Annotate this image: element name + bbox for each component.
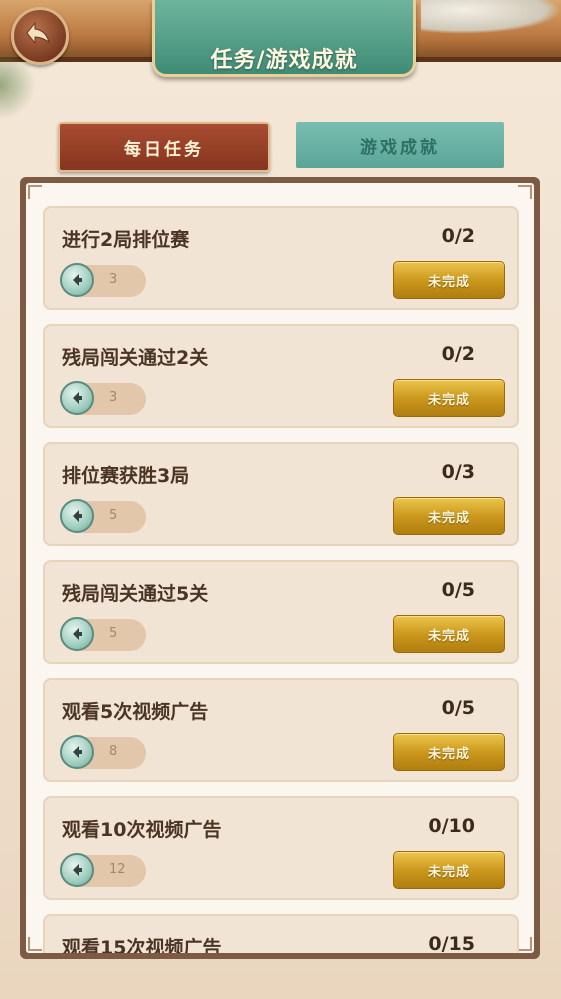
- status-button[interactable]: 未完成: [393, 379, 505, 417]
- status-button[interactable]: 未完成: [393, 851, 505, 889]
- task-progress: 0/2: [441, 343, 475, 365]
- task-progress: 0/5: [441, 697, 475, 719]
- reward-pill: 12: [60, 853, 146, 887]
- task-row: 观看5次视频广告 0/5 8 未完成: [43, 678, 519, 782]
- status-button[interactable]: 未完成: [393, 497, 505, 535]
- task-progress: 0/15: [428, 933, 475, 953]
- panel-corner-ornament: [518, 937, 532, 951]
- task-row: 观看10次视频广告 0/10 12 未完成: [43, 796, 519, 900]
- task-row: 残局闯关通过2关 0/2 3 未完成: [43, 324, 519, 428]
- status-button[interactable]: 未完成: [393, 615, 505, 653]
- task-list: 进行2局排位赛 0/2 3 未完成 残局闯关通过2关 0/2 3 未完成 排位赛…: [43, 206, 519, 953]
- reward-amount: 3: [109, 272, 118, 287]
- coin-icon: [60, 853, 94, 887]
- status-button[interactable]: 未完成: [393, 733, 505, 771]
- task-name: 观看5次视频广告: [62, 701, 209, 723]
- task-name: 观看10次视频广告: [62, 819, 222, 841]
- panel-corner-ornament: [28, 937, 42, 951]
- title-banner: 任务/游戏成就: [152, 0, 416, 77]
- coin-icon: [60, 617, 94, 651]
- task-progress: 0/2: [441, 225, 475, 247]
- reward-amount: 5: [109, 626, 118, 641]
- teacup-decoration: [421, 0, 561, 34]
- coin-icon: [60, 499, 94, 533]
- task-row-partial: 观看15次视频广告 0/15: [43, 914, 519, 953]
- task-name: 残局闯关通过2关: [62, 347, 209, 369]
- reward-pill: 3: [60, 263, 146, 297]
- task-name: 进行2局排位赛: [62, 229, 190, 251]
- reward-amount: 3: [109, 390, 118, 405]
- task-row: 排位赛获胜3局 0/3 5 未完成: [43, 442, 519, 546]
- task-row: 进行2局排位赛 0/2 3 未完成: [43, 206, 519, 310]
- coin-icon: [60, 263, 94, 297]
- page-title: 任务/游戏成就: [210, 48, 358, 73]
- coin-icon: [60, 735, 94, 769]
- task-name: 残局闯关通过5关: [62, 583, 209, 605]
- task-panel: 进行2局排位赛 0/2 3 未完成 残局闯关通过2关 0/2 3 未完成 排位赛…: [20, 177, 540, 959]
- panel-corner-ornament: [518, 185, 532, 199]
- task-progress: 0/10: [428, 815, 475, 837]
- back-button[interactable]: [11, 7, 69, 65]
- task-progress: 0/3: [441, 461, 475, 483]
- reward-pill: 5: [60, 499, 146, 533]
- reward-amount: 12: [109, 862, 126, 877]
- coin-icon: [60, 381, 94, 415]
- task-row: 残局闯关通过5关 0/5 5 未完成: [43, 560, 519, 664]
- tab-daily-tasks[interactable]: 每日任务: [58, 122, 270, 172]
- task-progress: 0/5: [441, 579, 475, 601]
- task-name: 排位赛获胜3局: [62, 465, 190, 487]
- reward-amount: 5: [109, 508, 118, 523]
- task-name: 观看15次视频广告: [62, 937, 222, 953]
- reward-pill: 3: [60, 381, 146, 415]
- reward-pill: 5: [60, 617, 146, 651]
- status-button[interactable]: 未完成: [393, 261, 505, 299]
- task-list-container[interactable]: 进行2局排位赛 0/2 3 未完成 残局闯关通过2关 0/2 3 未完成 排位赛…: [26, 183, 534, 953]
- panel-corner-ornament: [28, 185, 42, 199]
- back-arrow-icon: [26, 21, 50, 45]
- reward-pill: 8: [60, 735, 146, 769]
- reward-amount: 8: [109, 744, 118, 759]
- tab-achievements[interactable]: 游戏成就: [296, 122, 504, 168]
